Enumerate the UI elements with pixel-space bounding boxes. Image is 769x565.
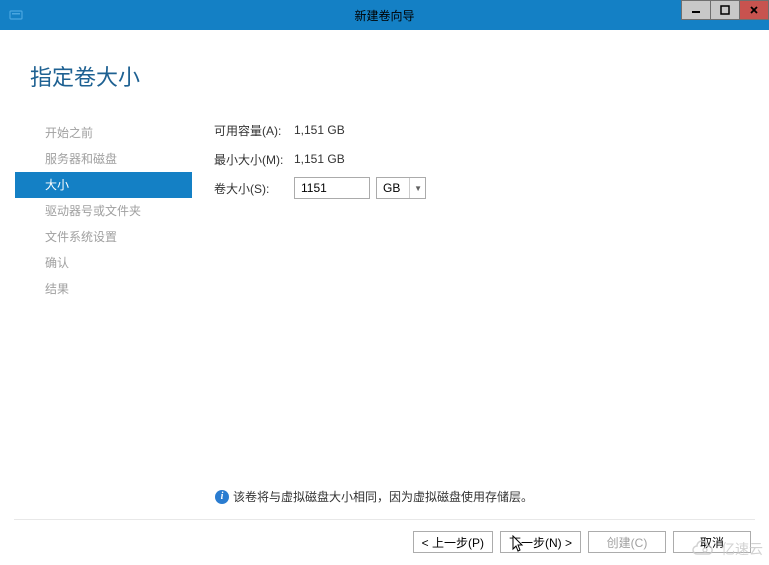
size-input[interactable] bbox=[294, 177, 370, 199]
minimize-button[interactable] bbox=[681, 0, 711, 20]
unit-value: GB bbox=[383, 181, 400, 195]
sidebar-item-confirm[interactable]: 确认 bbox=[0, 250, 192, 276]
app-icon bbox=[8, 7, 24, 23]
min-value: 1,151 GB bbox=[294, 152, 345, 166]
titlebar: 新建卷向导 bbox=[0, 0, 769, 30]
separator bbox=[14, 519, 755, 520]
size-row: 卷大小(S): GB ▼ bbox=[214, 178, 769, 198]
available-label: 可用容量(A): bbox=[214, 122, 294, 139]
window-title: 新建卷向导 bbox=[354, 7, 414, 24]
available-value: 1,151 GB bbox=[294, 123, 345, 137]
sidebar-item-server-disk[interactable]: 服务器和磁盘 bbox=[0, 146, 192, 172]
sidebar-item-filesystem[interactable]: 文件系统设置 bbox=[0, 224, 192, 250]
cancel-button[interactable]: 取消 bbox=[673, 531, 751, 553]
next-button[interactable]: 下一步(N) > bbox=[500, 531, 581, 553]
form-area: 可用容量(A): 1,151 GB 最小大小(M): 1,151 GB 卷大小(… bbox=[192, 120, 769, 302]
available-row: 可用容量(A): 1,151 GB bbox=[214, 120, 769, 140]
maximize-button[interactable] bbox=[710, 0, 740, 20]
create-button[interactable]: 创建(C) bbox=[588, 531, 666, 553]
sidebar-item-result[interactable]: 结果 bbox=[0, 276, 192, 302]
page-title: 指定卷大小 bbox=[0, 30, 769, 92]
window-controls bbox=[682, 0, 769, 20]
sidebar: 开始之前 服务器和磁盘 大小 驱动器号或文件夹 文件系统设置 确认 结果 bbox=[0, 120, 192, 302]
chevron-down-icon: ▼ bbox=[409, 178, 422, 198]
close-button[interactable] bbox=[739, 0, 769, 20]
sidebar-item-before[interactable]: 开始之前 bbox=[0, 120, 192, 146]
unit-select[interactable]: GB ▼ bbox=[376, 177, 426, 199]
info-icon: i bbox=[215, 490, 229, 504]
button-bar: < 上一步(P) 下一步(N) > 创建(C) 取消 bbox=[413, 531, 751, 553]
min-row: 最小大小(M): 1,151 GB bbox=[214, 149, 769, 169]
info-text: 该卷将与虚拟磁盘大小相同，因为虚拟磁盘使用存储层。 bbox=[233, 488, 533, 505]
min-label: 最小大小(M): bbox=[214, 151, 294, 168]
sidebar-item-size[interactable]: 大小 bbox=[15, 172, 192, 198]
sidebar-item-drive-letter[interactable]: 驱动器号或文件夹 bbox=[0, 198, 192, 224]
content: 指定卷大小 开始之前 服务器和磁盘 大小 驱动器号或文件夹 文件系统设置 确认 … bbox=[0, 30, 769, 565]
info-row: i 该卷将与虚拟磁盘大小相同，因为虚拟磁盘使用存储层。 bbox=[215, 488, 533, 505]
main-area: 开始之前 服务器和磁盘 大小 驱动器号或文件夹 文件系统设置 确认 结果 可用容… bbox=[0, 120, 769, 302]
prev-button[interactable]: < 上一步(P) bbox=[413, 531, 493, 553]
size-label: 卷大小(S): bbox=[214, 180, 294, 197]
